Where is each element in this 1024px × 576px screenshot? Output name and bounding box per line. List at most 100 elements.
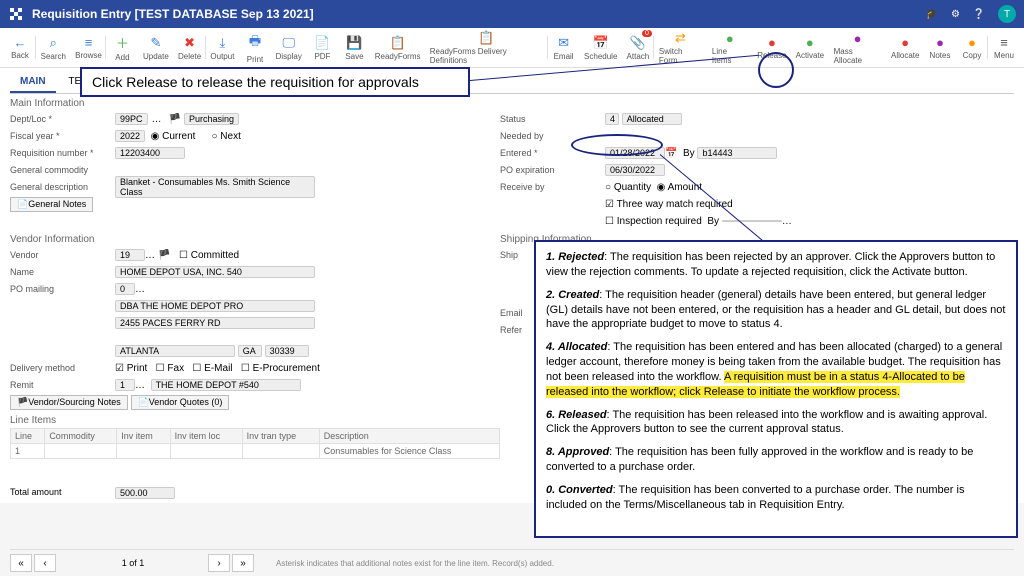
academy-icon[interactable]: 🎓 bbox=[926, 9, 938, 20]
toolbar-mass-allocate[interactable]: ●Mass Allocate bbox=[829, 30, 887, 65]
status-code: 4 bbox=[605, 113, 619, 125]
general-notes-button[interactable]: 📄 General Notes bbox=[10, 197, 93, 212]
save-icon: 💾 bbox=[346, 35, 362, 51]
status-label: Status bbox=[500, 114, 605, 124]
section-vendor-info: Vendor Information bbox=[10, 234, 500, 245]
toolbar-attach[interactable]: 📎Attach0 bbox=[622, 30, 654, 65]
email-icon: ✉ bbox=[558, 35, 569, 51]
table-row[interactable]: 1 Consumables for Science Class bbox=[11, 444, 500, 459]
mass-allocate-icon: ● bbox=[854, 31, 862, 46]
toolbar-delete[interactable]: ✖Delete bbox=[173, 30, 205, 65]
toolbar-menu[interactable]: ≡Menu bbox=[988, 30, 1020, 65]
remit-label: Remit bbox=[10, 380, 115, 390]
status-text: Allocated bbox=[622, 113, 682, 125]
toolbar-save[interactable]: 💾Save bbox=[338, 30, 370, 65]
print-icon: 🖶 bbox=[249, 32, 261, 54]
toolbar-release[interactable]: ●Release bbox=[753, 30, 791, 65]
section-main-info: Main Information bbox=[10, 98, 1014, 109]
toolbar-line-items[interactable]: ●Line Items bbox=[707, 30, 753, 65]
allocate-icon: ● bbox=[901, 35, 909, 50]
recvby-label: Receive by bbox=[500, 182, 605, 192]
back-icon: ← bbox=[14, 35, 27, 50]
dept-loc-label: Dept/Loc * bbox=[10, 114, 115, 124]
toolbar-back[interactable]: ←Back bbox=[4, 30, 36, 65]
display-icon: 🖵 bbox=[282, 35, 295, 51]
pager: « ‹ 1 of 1 › » Asterisk indicates that a… bbox=[10, 549, 1014, 572]
toolbar-readyforms[interactable]: 📋ReadyForms bbox=[370, 30, 424, 65]
toolbar-add[interactable]: ＋Add bbox=[106, 30, 138, 65]
fy-val[interactable]: 2022 bbox=[115, 130, 145, 142]
flag-icon[interactable]: 🏴 bbox=[158, 250, 170, 261]
add-icon: ＋ bbox=[116, 33, 129, 52]
line-items-table: Line Commodity Inv item Inv item loc Inv… bbox=[10, 428, 500, 459]
vendor-notes-button[interactable]: 🏴 Vendor/Sourcing Notes bbox=[10, 395, 128, 410]
help-icon[interactable]: ❔ bbox=[973, 9, 985, 20]
gendesc-val[interactable]: Blanket - Consumables Ms. Smith Science … bbox=[115, 176, 315, 198]
pager-pos: 1 of 1 bbox=[58, 558, 208, 568]
toolbar-browse[interactable]: ≡Browse bbox=[71, 30, 107, 65]
delivery-label: Delivery method bbox=[10, 363, 115, 373]
toolbar-pdf[interactable]: 📄PDF bbox=[306, 30, 338, 65]
attach-icon: 📎 bbox=[630, 35, 646, 51]
gencomm-label: General commodity bbox=[10, 165, 115, 175]
vendor-quotes-button[interactable]: 📄 Vendor Quotes (0) bbox=[131, 395, 230, 410]
schedule-icon: 📅 bbox=[593, 35, 609, 51]
toolbar-display[interactable]: 🖵Display bbox=[271, 30, 306, 65]
toolbar-readyforms-delivery-definitions[interactable]: 📋ReadyForms Delivery Definitions bbox=[425, 30, 548, 65]
entered-label: Entered * bbox=[500, 148, 605, 158]
total-amount: 500.00 bbox=[115, 487, 175, 499]
pager-footnote: Asterisk indicates that additional notes… bbox=[276, 559, 554, 568]
pomail-label: PO mailing bbox=[10, 284, 115, 294]
release-icon: ● bbox=[768, 35, 776, 50]
line-items-icon: ● bbox=[726, 31, 734, 46]
toolbar-print[interactable]: 🖶Print bbox=[239, 30, 271, 65]
reqnum-label: Requisition number * bbox=[10, 148, 115, 158]
toolbar-email[interactable]: ✉Email bbox=[548, 30, 580, 65]
vendor-label: Vendor bbox=[10, 250, 115, 260]
fy-label: Fiscal year * bbox=[10, 131, 115, 141]
main-toolbar: ←Back⌕Search≡Browse＋Add✎Update✖Delete⤓Ou… bbox=[0, 28, 1024, 68]
toolbar-search[interactable]: ⌕Search bbox=[36, 30, 71, 65]
readyforms-icon: 📋 bbox=[390, 35, 406, 51]
title-bar: Requisition Entry [TEST DATABASE Sep 13 … bbox=[0, 0, 1024, 28]
pager-prev[interactable]: ‹ bbox=[34, 554, 56, 572]
toolbar-schedule[interactable]: 📅Schedule bbox=[580, 30, 622, 65]
toolbar-update[interactable]: ✎Update bbox=[138, 30, 173, 65]
pager-next[interactable]: › bbox=[208, 554, 230, 572]
user-avatar[interactable]: T bbox=[998, 5, 1016, 23]
delete-icon: ✖ bbox=[184, 35, 195, 51]
status-info-box: 1. Rejected: The requisition has been re… bbox=[534, 240, 1018, 538]
vendor-name[interactable]: HOME DEPOT USA, INC. 540 bbox=[115, 266, 315, 278]
toolbar-notes[interactable]: ●Notes bbox=[924, 30, 956, 65]
reqnum-val[interactable]: 12203400 bbox=[115, 147, 185, 159]
toolbar-activate[interactable]: ●Activate bbox=[791, 30, 829, 65]
toolbar-copy[interactable]: ●Copy bbox=[956, 30, 988, 65]
dept-loc-val[interactable]: 99PC bbox=[115, 113, 148, 125]
pdf-icon: 📄 bbox=[314, 35, 330, 51]
readyforms-delivery-definitions-icon: 📋 bbox=[478, 30, 494, 46]
switch-form-icon: ⇄ bbox=[675, 30, 686, 46]
window-title: Requisition Entry [TEST DATABASE Sep 13 … bbox=[32, 7, 916, 21]
update-icon: ✎ bbox=[150, 35, 161, 51]
toolbar-allocate[interactable]: ●Allocate bbox=[886, 30, 924, 65]
pager-last[interactable]: » bbox=[232, 554, 254, 572]
toolbar-output[interactable]: ⤓Output bbox=[206, 30, 239, 65]
browse-icon: ≡ bbox=[85, 35, 93, 50]
poexp-label: PO expiration bbox=[500, 165, 605, 175]
search-icon: ⌕ bbox=[50, 35, 57, 51]
settings-icon[interactable]: ⚙ bbox=[951, 9, 960, 20]
callout-release: Click Release to release the requisition… bbox=[80, 67, 470, 97]
needed-label: Needed by bbox=[500, 131, 605, 141]
entered-by: b14443 bbox=[697, 147, 777, 159]
activate-icon: ● bbox=[806, 35, 814, 50]
name-label: Name bbox=[10, 267, 115, 277]
vendor-code[interactable]: 19 bbox=[115, 249, 145, 261]
menu-icon: ≡ bbox=[1000, 35, 1008, 50]
pager-first[interactable]: « bbox=[10, 554, 32, 572]
notes-icon: ● bbox=[936, 35, 944, 50]
poexp-date[interactable]: 06/30/2022 bbox=[605, 164, 665, 176]
flag-icon[interactable]: 🏴 bbox=[169, 114, 181, 125]
entered-date[interactable]: 01/28/2022 bbox=[605, 147, 665, 159]
gendesc-label: General description bbox=[10, 182, 115, 192]
tab-main[interactable]: MAIN bbox=[10, 72, 56, 93]
